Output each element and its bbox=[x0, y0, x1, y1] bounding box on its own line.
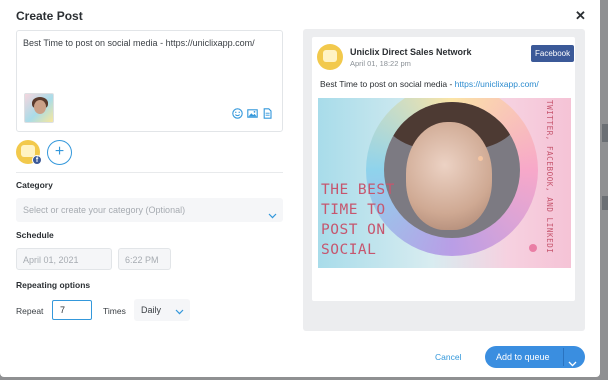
preview-post-text: Best Time to post on social media - http… bbox=[320, 79, 539, 89]
post-text-input[interactable]: Best Time to post on social media - http… bbox=[23, 38, 255, 48]
repeat-label: Repeat bbox=[16, 306, 44, 316]
decor-dot bbox=[529, 244, 537, 252]
category-select[interactable]: Select or create your category (Optional… bbox=[16, 198, 283, 222]
category-placeholder: Select or create your category (Optional… bbox=[23, 205, 186, 215]
facebook-post-preview: Uniclix Direct Sales Network April 01, 1… bbox=[312, 37, 575, 301]
schedule-time-field[interactable]: 6:22 PM bbox=[118, 248, 171, 270]
close-button[interactable]: ✕ bbox=[575, 8, 586, 24]
schedule-date-value: April 01, 2021 bbox=[23, 255, 79, 265]
preview-text-prefix: Best Time to post on social media - bbox=[320, 79, 455, 89]
decor-dot bbox=[478, 156, 483, 161]
modal-title: Create Post bbox=[16, 9, 83, 23]
schedule-time-value: 6:22 PM bbox=[125, 255, 159, 265]
attached-image-thumbnail[interactable] bbox=[24, 93, 54, 123]
post-date: April 01, 18:22 pm bbox=[350, 59, 411, 68]
preview-link[interactable]: https://uniclixapp.com/ bbox=[455, 79, 539, 89]
repeating-options-label: Repeating options bbox=[16, 280, 91, 290]
chevron-down-icon bbox=[268, 206, 277, 224]
times-label: Times bbox=[103, 306, 126, 316]
add-to-queue-button[interactable]: Add to queue bbox=[485, 346, 585, 368]
category-label: Category bbox=[16, 180, 53, 190]
divider bbox=[16, 172, 283, 173]
add-to-queue-label: Add to queue bbox=[496, 352, 550, 362]
schedule-date-field[interactable]: April 01, 2021 bbox=[16, 248, 112, 270]
create-post-modal: Create Post ✕ Best Time to post on socia… bbox=[0, 0, 600, 377]
backdrop-strip bbox=[602, 196, 608, 210]
schedule-label: Schedule bbox=[16, 230, 54, 240]
post-preview-panel: Uniclix Direct Sales Network April 01, 1… bbox=[303, 29, 585, 331]
image-side-text: TWITTER, FACEBOOK, AND LINKEDI bbox=[541, 98, 557, 268]
composer-tools bbox=[232, 108, 273, 119]
post-image: THE BEST TIME TO POST ON SOCIAL TWITTER,… bbox=[318, 98, 571, 268]
repeat-count-input[interactable] bbox=[52, 300, 92, 320]
chevron-down-icon[interactable] bbox=[568, 354, 577, 372]
add-account-button[interactable]: + bbox=[47, 140, 72, 165]
emoji-icon[interactable] bbox=[232, 108, 243, 119]
page-avatar bbox=[317, 44, 343, 70]
frequency-value: Daily bbox=[141, 305, 162, 315]
post-composer[interactable]: Best Time to post on social media - http… bbox=[16, 30, 283, 132]
button-separator bbox=[563, 348, 564, 366]
frequency-select[interactable]: Daily bbox=[134, 299, 190, 321]
document-icon[interactable] bbox=[262, 108, 273, 119]
page-name: Uniclix Direct Sales Network bbox=[350, 47, 472, 57]
network-badge: Facebook bbox=[531, 45, 575, 62]
image-headline: THE BEST TIME TO POST ON SOCIAL bbox=[321, 182, 395, 258]
facebook-badge-icon: f bbox=[32, 155, 42, 165]
image-portrait bbox=[384, 102, 520, 238]
image-icon[interactable] bbox=[247, 108, 258, 119]
chevron-down-icon bbox=[175, 307, 184, 317]
cancel-button[interactable]: Cancel bbox=[435, 352, 461, 362]
backdrop-strip bbox=[602, 124, 608, 142]
image-side-text-label: TWITTER, FACEBOOK, AND LINKEDI bbox=[545, 100, 554, 254]
